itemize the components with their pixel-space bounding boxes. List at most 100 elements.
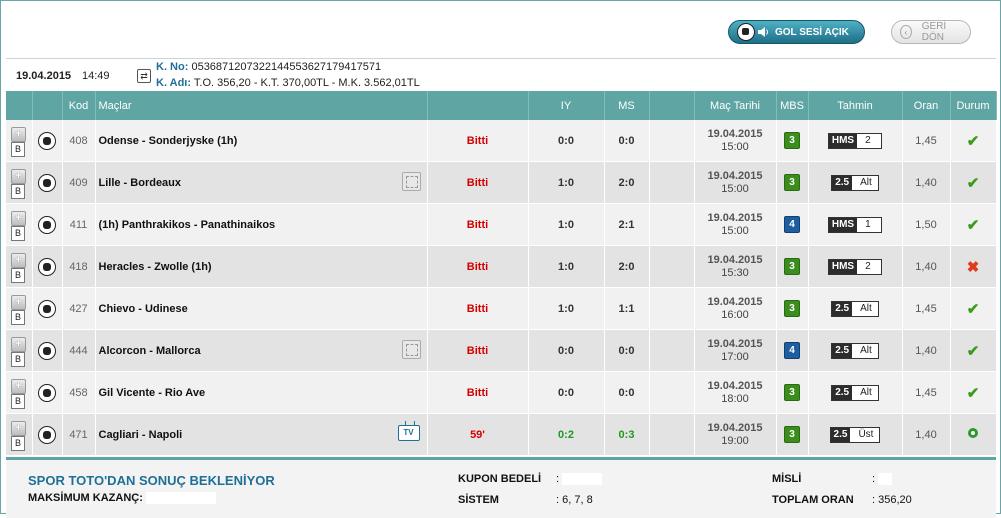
col-mbs: MBS [776, 91, 809, 120]
col-kod: Kod [62, 91, 96, 120]
soccer-ball-icon [38, 425, 56, 444]
empty-cell [649, 203, 695, 246]
back-label: GERİ DÖN [921, 21, 947, 43]
expand-plus-icon[interactable]: + [11, 421, 26, 436]
empty-cell [649, 120, 695, 162]
half-time-score: 1:0 [528, 287, 605, 330]
result-status-cell: ✔ [950, 120, 997, 162]
prediction-value: 2 [857, 259, 882, 274]
sport-cell [32, 203, 63, 246]
result-status-cell: ✔ [950, 161, 997, 204]
mbs-cell: 3 [776, 371, 809, 414]
odds: 1,45 [902, 287, 951, 330]
expand-plus-icon[interactable]: + [11, 127, 26, 142]
result-status-cell: ✖ [950, 245, 997, 288]
match-name: Alcorcon - Mallorca [98, 344, 201, 357]
tv-icon[interactable]: TV [397, 421, 420, 441]
odds: 1,40 [902, 161, 951, 204]
b-button[interactable]: B [11, 310, 25, 325]
total-odds-label: TOPLAM ORAN [772, 494, 854, 506]
mbs-badge: 3 [784, 300, 800, 317]
table-row: + B 444 Alcorcon - Mallorca Bitti 0:0 0:0 19.04… [6, 329, 997, 372]
b-button[interactable]: B [11, 184, 25, 199]
match-date: 19.04.2015 [707, 379, 763, 392]
match-name-cell[interactable]: Lille - Bordeaux [95, 161, 428, 204]
prediction-value: 2 [857, 133, 882, 148]
match-name-cell[interactable]: Alcorcon - Mallorca [95, 329, 428, 372]
full-time-score: 1:1 [604, 287, 650, 330]
table-row: + B 418 Heracles - Zwolle (1h) Bitti 1:0 2:0 19… [6, 245, 997, 288]
b-button[interactable]: B [11, 268, 25, 283]
expand-plus-icon[interactable]: + [11, 295, 26, 310]
mbs-badge: 4 [784, 342, 800, 359]
odds: 1,45 [902, 120, 951, 162]
match-datetime: 19.04.2015 15:00 [694, 120, 777, 162]
b-button[interactable]: B [11, 436, 25, 451]
match-datetime: 19.04.2015 17:00 [694, 329, 777, 372]
expand-plus-icon[interactable]: + [11, 337, 26, 352]
sport-cell [32, 120, 63, 162]
mbs-cell: 3 [776, 161, 809, 204]
statistics-icon[interactable] [401, 172, 421, 191]
statistics-icon[interactable] [401, 340, 421, 359]
prediction-cell: HMS 2 [808, 120, 903, 162]
match-name-cell[interactable]: Cagliari - Napoli TV [95, 413, 428, 456]
won-check-icon: ✔ [966, 384, 980, 402]
match-date: 19.04.2015 [707, 337, 763, 350]
soccer-ball-icon [38, 215, 56, 234]
prediction-value: Alt [852, 175, 878, 190]
match-name-cell[interactable]: Odense - Sonderjyske (1h) [95, 120, 428, 162]
row-controls: + B [6, 287, 33, 330]
prediction-badge: 2.5 Üst [829, 426, 881, 443]
system-value: : 6, 7, 8 [556, 494, 593, 506]
match-name-cell[interactable]: Heracles - Zwolle (1h) [95, 245, 428, 288]
prediction-type: 2.5 [832, 175, 853, 190]
b-button[interactable]: B [11, 352, 25, 367]
prediction-cell: 2.5 Alt [808, 329, 903, 372]
match-status: Bitti [427, 203, 529, 246]
back-button[interactable]: ‹ GERİ DÖN [891, 20, 971, 44]
col-ms: MS [604, 91, 650, 120]
prediction-value: Alt [852, 343, 878, 358]
row-controls: + B [6, 245, 33, 288]
match-status: Bitti [427, 161, 529, 204]
expand-plus-icon[interactable]: + [11, 169, 26, 184]
table-row: + B 427 Chievo - Udinese Bitti 1:0 1:1 19.04.20… [6, 287, 997, 330]
full-time-score: 2:0 [604, 245, 650, 288]
b-button[interactable]: B [11, 394, 25, 409]
coupon-date: 19.04.2015 [16, 70, 72, 82]
match-name-cell[interactable]: (1h) Panthrakikos - Panathinaikos [95, 203, 428, 246]
matches-table: Kod Maçlar IY MS Maç Tarihi MBS Tahmin O… [6, 91, 997, 456]
prediction-badge: 2.5 Alt [831, 384, 879, 401]
mbs-cell: 3 [776, 120, 809, 162]
won-check-icon: ✔ [966, 216, 980, 234]
b-button[interactable]: B [11, 142, 25, 157]
row-controls: + B [6, 413, 33, 456]
odds: 1,45 [902, 371, 951, 414]
sport-cell [32, 245, 63, 288]
speaker-icon [758, 27, 768, 37]
refresh-icon[interactable]: ⇄ [137, 69, 151, 83]
row-controls: + B [6, 161, 33, 204]
prediction-type: HMS [828, 133, 858, 148]
match-name-cell[interactable]: Gil Vicente - Rio Ave [95, 371, 428, 414]
match-status: Bitti [427, 245, 529, 288]
prediction-badge: HMS 2 [827, 258, 883, 275]
expand-plus-icon[interactable]: + [11, 253, 26, 268]
b-button[interactable]: B [11, 226, 25, 241]
match-name-cell[interactable]: Chievo - Udinese [95, 287, 428, 330]
goal-sound-toggle-button[interactable]: GOL SESİ AÇIK [728, 20, 865, 44]
expand-plus-icon[interactable]: + [11, 379, 26, 394]
won-check-icon: ✔ [966, 342, 980, 360]
expand-plus-icon[interactable]: + [11, 211, 26, 226]
match-name: Odense - Sonderjyske (1h) [98, 134, 238, 147]
row-controls: + B [6, 371, 33, 414]
match-time: 18:00 [721, 392, 749, 405]
half-time-score: 1:0 [528, 245, 605, 288]
col-controls [6, 91, 33, 120]
mbs-badge: 3 [784, 174, 800, 191]
match-datetime: 19.04.2015 15:30 [694, 245, 777, 288]
mbs-cell: 3 [776, 245, 809, 288]
coupon-detail-window: GOL SESİ AÇIK ‹ GERİ DÖN 19.04.2015 14:4… [0, 0, 1001, 518]
match-code: 411 [62, 203, 96, 246]
